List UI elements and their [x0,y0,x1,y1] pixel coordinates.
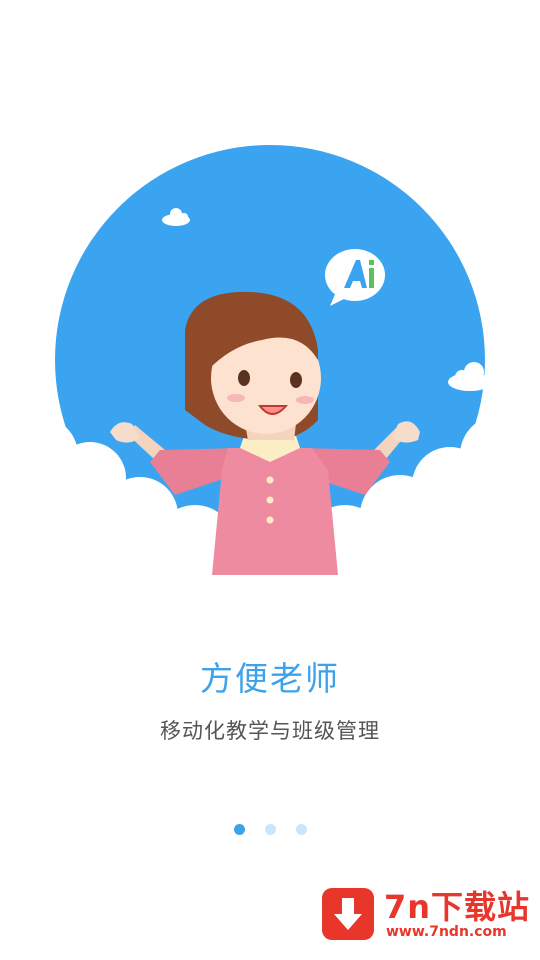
slide-subtitle: 移动化教学与班级管理 [160,719,380,743]
watermark: 7n下载站 www.7ndn.com [314,878,532,950]
download-arrow-icon [322,888,374,940]
slide-title: 方便老师 [200,659,340,698]
watermark-url: www.7ndn.com [386,924,507,940]
page-dot-2[interactable] [264,824,276,835]
page-indicator [0,824,540,835]
page-dot-3[interactable] [295,824,307,835]
onboarding-illustration [0,145,540,600]
page-dot-1[interactable] [233,824,245,835]
watermark-name: 7n下载站 [384,888,531,926]
